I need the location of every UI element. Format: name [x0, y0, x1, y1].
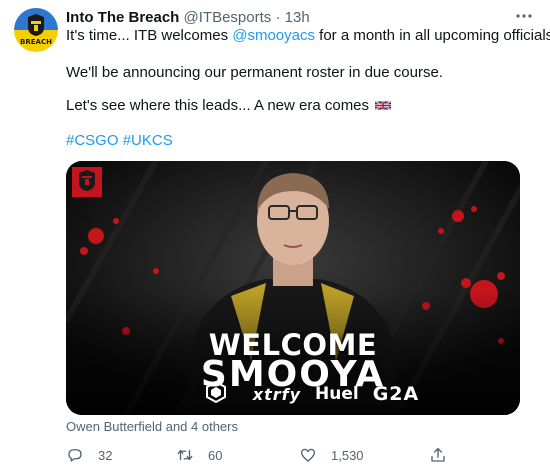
heart-icon — [300, 448, 316, 462]
like-count: 1,530 — [331, 447, 364, 463]
sponsor-logos: xtrfy Huel G2A — [206, 381, 466, 407]
tweet-header: Into The Breach @ITBesports · 13h — [66, 8, 310, 28]
line3-text: Let's see where this leads... A new era … — [66, 97, 370, 114]
share-button[interactable] — [429, 444, 461, 466]
retweet-button[interactable]: 60 — [176, 444, 222, 466]
tweet-text-line-3: Let's see where this leads... A new era … — [66, 96, 392, 116]
line1-suffix: for a month in all upcoming officials. — [314, 27, 550, 44]
uk-flag-icon — [375, 100, 392, 111]
hashtag-ukcs[interactable]: #UKCS — [123, 132, 173, 149]
tweet[interactable]: BREACH Into The Breach @ITBesports · 13h… — [0, 0, 550, 470]
tweet-text-line-1: It's time... ITB welcomes @smooyacs for … — [66, 26, 550, 46]
more-icon — [516, 14, 532, 18]
reply-icon — [68, 449, 82, 462]
sponsor-xtrfy: xtrfy — [252, 384, 302, 404]
share-icon — [431, 447, 445, 462]
tweet-media-image[interactable]: WELCOME SMOOYA xtrfy Huel G2A — [66, 161, 520, 415]
tweet-time[interactable]: 13h — [285, 9, 310, 26]
avatar[interactable]: BREACH — [14, 8, 58, 52]
author-name[interactable]: Into The Breach — [66, 9, 179, 26]
separator-dot: · — [275, 9, 281, 26]
sponsor-g2a: G2A — [372, 383, 420, 405]
retweet-count: 60 — [208, 447, 223, 463]
breach-logo-icon: BREACH — [20, 14, 52, 46]
author-handle[interactable]: @ITBesports — [184, 9, 272, 26]
retweet-icon — [177, 449, 193, 461]
like-button[interactable]: 1,530 — [299, 444, 364, 466]
hashtags: #CSGO #UKCS — [66, 131, 173, 151]
sponsor-huel: Huel — [315, 384, 359, 404]
reply-count: 32 — [98, 447, 113, 463]
tweet-text-line-2: We'll be announcing our permanent roster… — [66, 64, 443, 81]
sponsor-cube-icon — [206, 381, 226, 403]
line1-prefix: It's time... ITB welcomes — [66, 27, 233, 44]
tweet-actions: 32 60 1,530 — [66, 444, 456, 466]
avatar-text: BREACH — [20, 38, 52, 46]
liked-by-text[interactable]: Owen Butterfield and 4 others — [66, 419, 238, 435]
more-button[interactable] — [512, 6, 536, 26]
hashtag-csgo[interactable]: #CSGO — [66, 132, 119, 149]
mention-link[interactable]: @smooyacs — [232, 27, 315, 44]
reply-button[interactable]: 32 — [66, 444, 112, 466]
